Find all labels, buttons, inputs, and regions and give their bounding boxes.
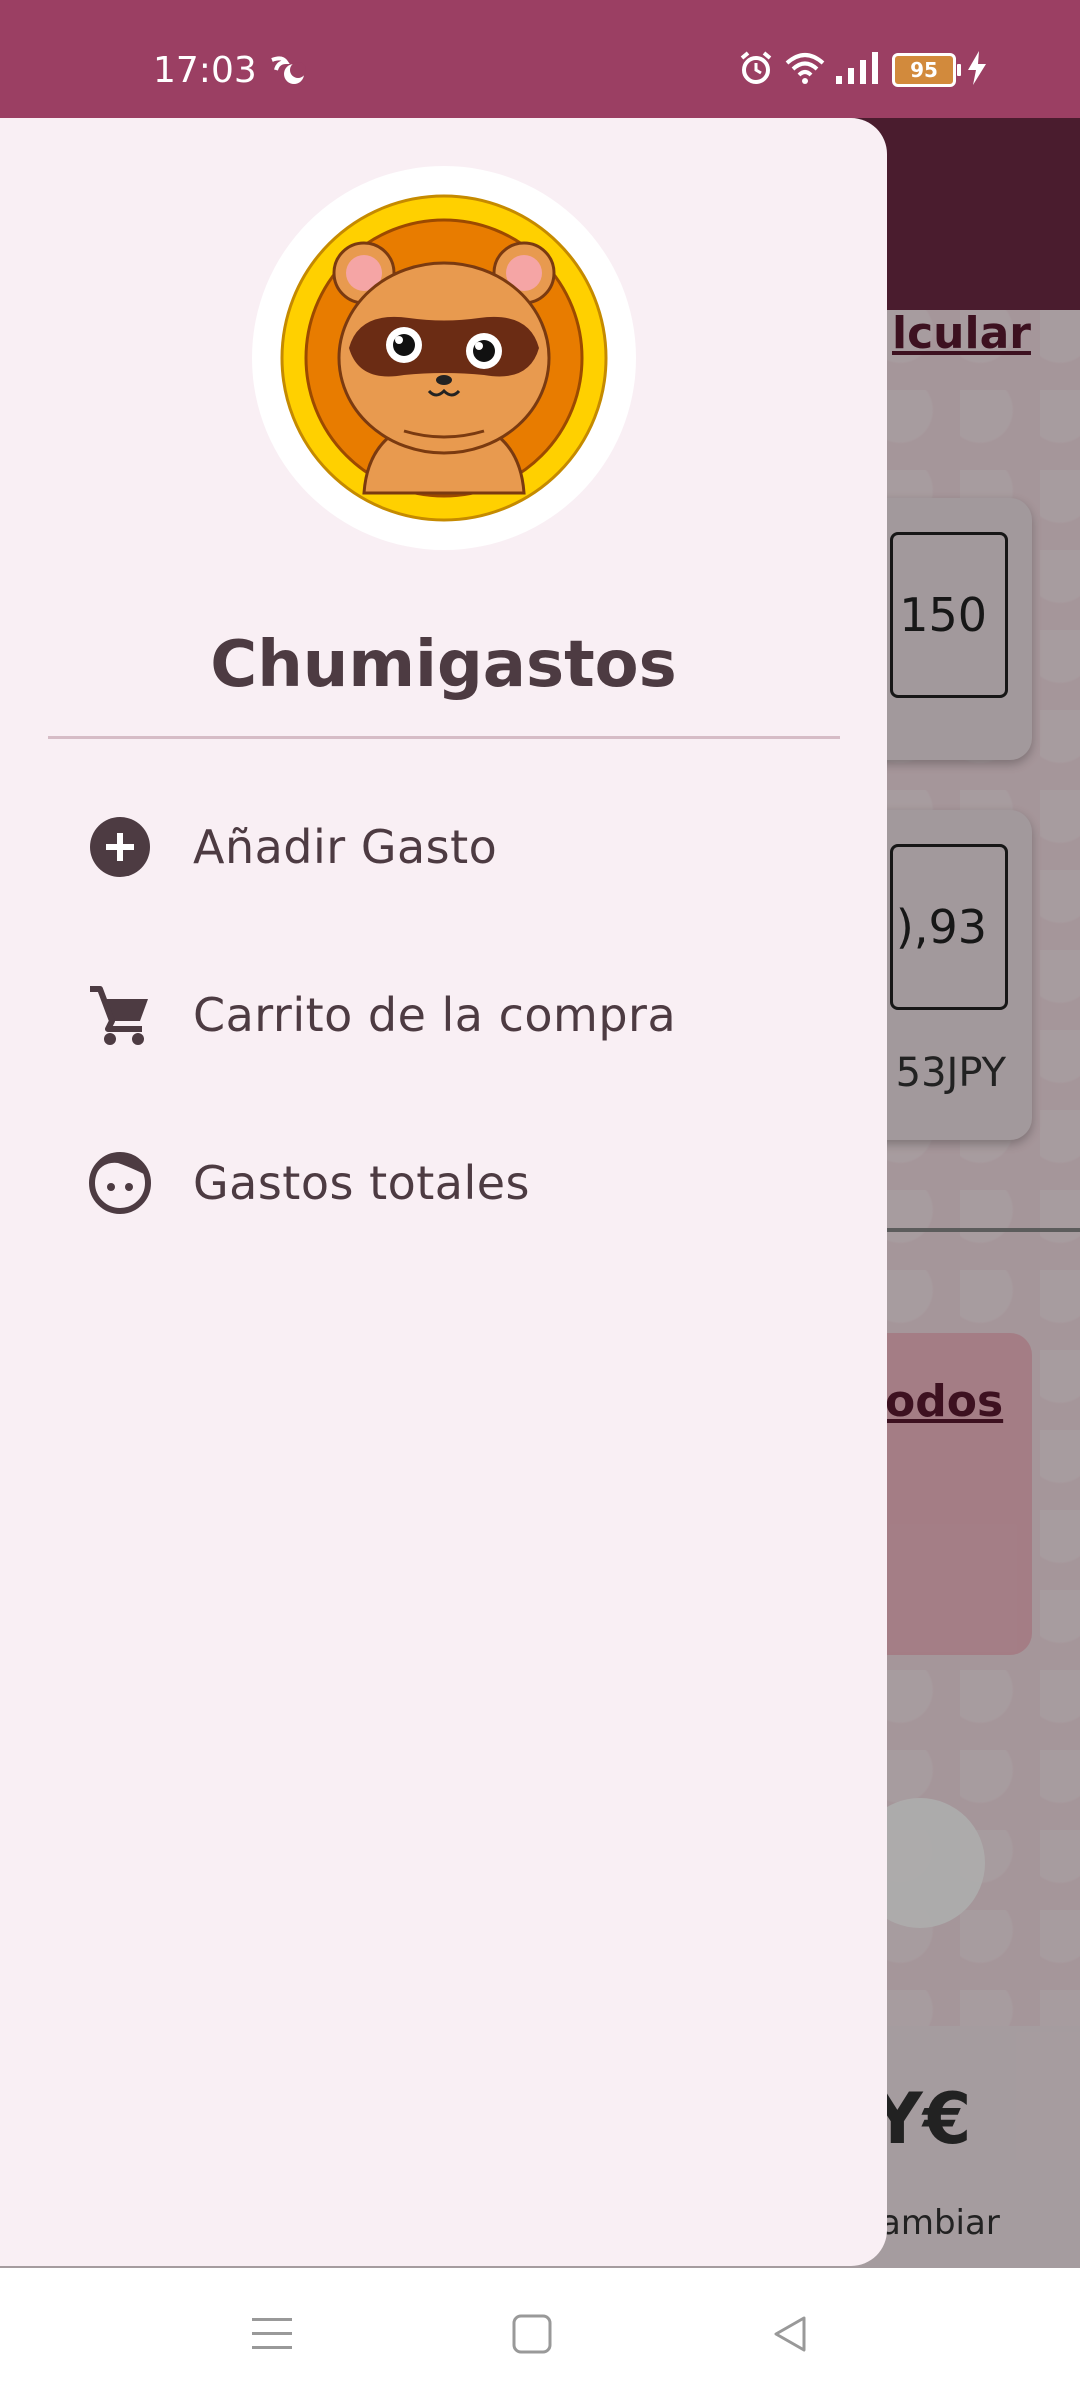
wind-moon-icon <box>268 52 308 92</box>
shopping-cart-icon <box>88 983 152 1047</box>
charging-icon <box>966 51 988 89</box>
drawer-divider <box>48 736 840 739</box>
home-icon[interactable] <box>506 2308 558 2360</box>
tanuki-logo-icon <box>280 194 608 522</box>
drawer-item-label: Añadir Gasto <box>193 820 498 874</box>
back-icon[interactable] <box>764 2308 816 2360</box>
battery-level: 95 <box>910 58 938 82</box>
drawer-item-total-expenses[interactable]: Gastos totales <box>0 1118 887 1248</box>
signal-icon <box>836 52 882 88</box>
menu-icon[interactable] <box>246 2308 298 2360</box>
alarm-icon <box>738 50 774 90</box>
add-circle-icon <box>88 815 152 879</box>
battery-icon: 95 <box>892 53 961 87</box>
wifi-icon <box>784 51 826 89</box>
face-icon <box>88 1151 152 1215</box>
status-time: 17:03 <box>153 50 257 91</box>
drawer-item-label: Carrito de la compra <box>193 988 677 1042</box>
system-navigation-bar <box>0 2268 1080 2400</box>
drawer-item-add-expense[interactable]: Añadir Gasto <box>0 782 887 912</box>
app-avatar <box>252 166 636 550</box>
navigation-drawer: Chumigastos Añadir Gasto Carrito de la c… <box>0 118 887 2266</box>
drawer-item-label: Gastos totales <box>193 1156 531 1210</box>
drawer-item-shopping-cart[interactable]: Carrito de la compra <box>0 950 887 1080</box>
status-bar: 17:03 95 <box>0 0 1080 118</box>
app-title: Chumigastos <box>210 628 677 702</box>
